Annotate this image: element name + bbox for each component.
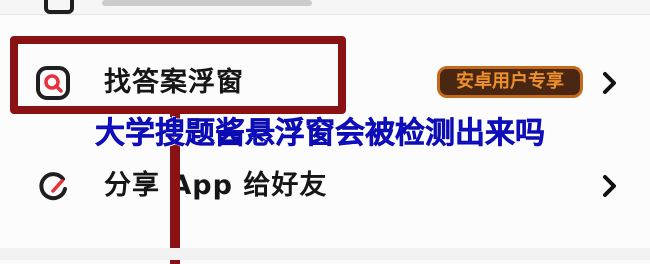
android-exclusive-badge: 安卓用户专享	[437, 66, 583, 98]
previous-row-partial	[0, 0, 650, 15]
chevron-right-icon	[600, 68, 620, 98]
menu-item-share-app[interactable]: 分享 App 给好友	[0, 155, 650, 215]
menu-item-label: 分享 App 给好友	[104, 170, 328, 201]
partial-icon	[44, 0, 74, 14]
screenshot-canvas: 找答案浮窗 安卓用户专享 分享 App 给好友 大学搜题酱悬浮窗会被检测出来吗	[0, 0, 650, 264]
partial-label	[102, 0, 312, 6]
highlight-annotation-box	[10, 36, 346, 114]
chevron-right-icon	[600, 171, 620, 201]
next-row-partial	[0, 248, 650, 260]
share-refresh-icon	[36, 169, 70, 203]
overlay-caption: 大学搜题酱悬浮窗会被检测出来吗	[95, 116, 546, 152]
